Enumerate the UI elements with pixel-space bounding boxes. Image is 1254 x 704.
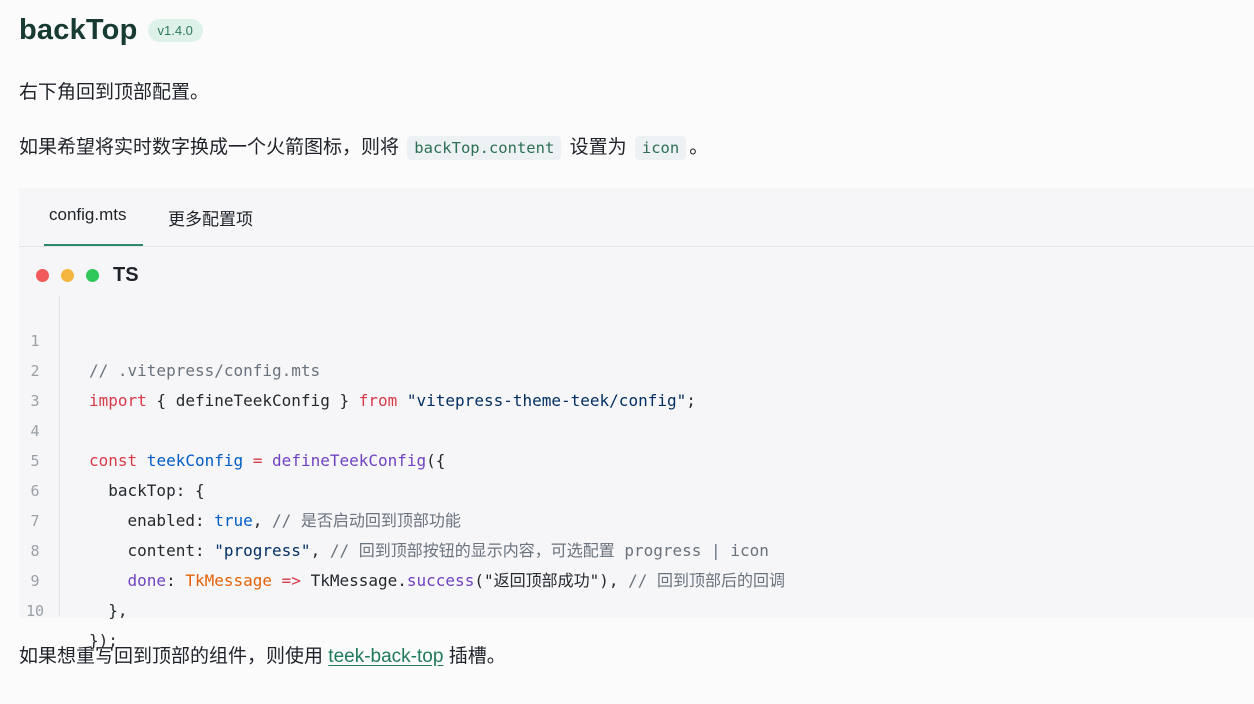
code-line-10: 10 }); — [19, 566, 118, 650]
code-comment: // 回到顶部按钮的显示内容，可选配置 progress | icon — [329, 541, 769, 560]
code-line-9: 9 }, — [19, 536, 127, 620]
code-plain: : — [166, 571, 186, 590]
code-plain: , — [252, 511, 273, 530]
page-header: backTop v1.4.0 — [19, 14, 203, 47]
code-keyword: import — [89, 391, 147, 410]
code-function: defineTeekConfig — [272, 451, 427, 470]
code-plain: ({ — [426, 451, 446, 470]
code-comment: // 回到顶部后的回调 — [628, 571, 786, 590]
code-property: done — [127, 571, 167, 590]
content-note-before: 如果希望将实时数字换成一个火箭图标，则将 — [19, 137, 400, 158]
slot-note-after: 插槽。 — [448, 646, 506, 667]
code-function: success — [406, 571, 475, 590]
code-plain: }, — [89, 601, 128, 620]
code-plain — [89, 571, 128, 590]
code-text: content: "progress", // 回到顶部按钮的显示内容，可选配置… — [89, 536, 769, 566]
code-boolean: true — [214, 511, 253, 530]
code-operator: => — [272, 571, 311, 590]
code-line-5: 5 backTop: { — [19, 416, 204, 500]
content-note-middle: 设置为 — [569, 137, 627, 158]
code-language-label: TS — [113, 264, 139, 286]
page-title: backTop — [19, 14, 138, 46]
content-note-after: 。 — [689, 137, 709, 158]
code-comment: // 是否启动回到顶部功能 — [272, 511, 461, 530]
code-line-4: 4 const teekConfig = defineTeekConfig({ — [19, 386, 445, 470]
code-line-7: 7 content: "progress", // 回到顶部按钮的显示内容，可选… — [19, 476, 768, 560]
yellow-dot-icon — [61, 269, 74, 282]
slot-note: 如果想重写回到顶部的组件，则使用 teek-back-top 插槽。 — [19, 643, 506, 671]
code-plain: TkMessage. — [310, 571, 407, 590]
code-text: // .vitepress/config.mts — [89, 356, 320, 386]
code-parameter: TkMessage — [185, 571, 273, 590]
code-operator: = — [243, 451, 273, 470]
code-plain: backTop: { — [89, 481, 205, 500]
code-line-3: 3 — [19, 356, 77, 410]
code-plain: enabled: — [89, 511, 215, 530]
tab-more-config[interactable]: 更多配置项 — [168, 205, 253, 230]
code-line-1: 1 // .vitepress/config.mts — [19, 296, 320, 380]
code-plain: content: — [89, 541, 215, 560]
code-string: "vitepress-theme-teek/config" — [397, 391, 687, 410]
code-plain: { defineTeekConfig } — [146, 391, 359, 410]
content-note: 如果希望将实时数字换成一个火箭图标，则将 backTop.content 设置为… — [19, 134, 708, 162]
code-plain: ; — [686, 391, 696, 410]
code-tabs: config.mts 更多配置项 — [19, 188, 1254, 247]
code-line-2: 2 import { defineTeekConfig } from "vite… — [19, 326, 695, 410]
green-dot-icon — [86, 269, 99, 282]
code-text: const teekConfig = defineTeekConfig({ — [89, 446, 445, 476]
inline-code-icon: icon — [634, 136, 687, 160]
code-text: backTop: { — [89, 476, 205, 506]
code-comment: // .vitepress/config.mts — [89, 361, 321, 380]
inline-code-backtop-content: backTop.content — [407, 136, 562, 160]
code-line-8: 8 done: TkMessage => TkMessage.success("… — [19, 506, 785, 590]
version-badge: v1.4.0 — [147, 19, 203, 42]
code-plain: ("返回顶部成功"), — [474, 571, 629, 590]
code-keyword: from — [358, 391, 398, 410]
code-text: import { defineTeekConfig } from "vitepr… — [89, 386, 696, 416]
tab-config-mts[interactable]: config.mts — [49, 205, 126, 225]
intro-text: 右下角回到顶部配置。 — [19, 82, 210, 103]
code-plain: , — [310, 541, 330, 560]
slot-note-before: 如果想重写回到顶部的组件，则使用 — [19, 646, 324, 667]
code-string: "progress" — [214, 541, 311, 560]
code-text: done: TkMessage => TkMessage.success("返回… — [89, 566, 786, 596]
code-group: config.mts 更多配置项 TS 1 // .vitepress/conf… — [19, 188, 1254, 650]
line-number: 10 — [25, 602, 45, 620]
active-tab-indicator — [44, 244, 143, 246]
code-identifier: teekConfig — [137, 451, 244, 470]
code-line-6: 6 enabled: true, // 是否启动回到顶部功能 — [19, 446, 460, 530]
window-controls: TS — [36, 264, 139, 287]
code-text: }, — [89, 596, 128, 626]
red-dot-icon — [36, 269, 49, 282]
teek-back-top-link[interactable]: teek-back-top — [328, 646, 443, 667]
code-keyword: const — [89, 451, 138, 470]
code-text: enabled: true, // 是否启动回到顶部功能 — [89, 506, 461, 536]
